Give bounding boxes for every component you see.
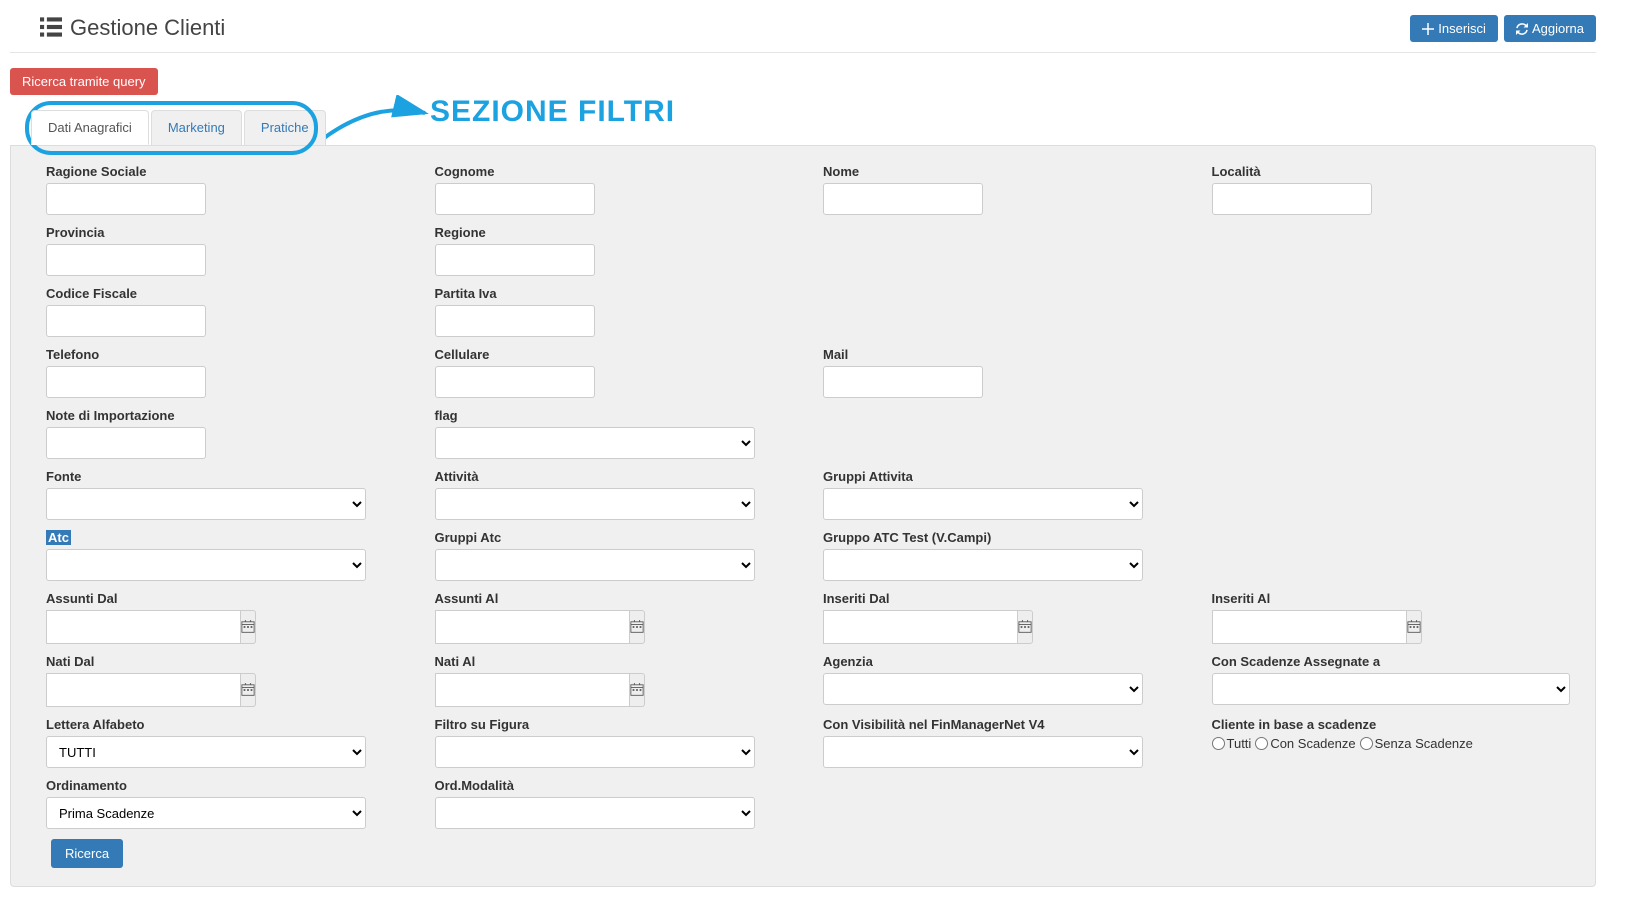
- label-provincia: Provincia: [46, 225, 405, 240]
- radio-con-scadenze[interactable]: [1255, 737, 1268, 750]
- list-icon: [40, 16, 62, 41]
- label-gruppo-atc-test: Gruppo ATC Test (V.Campi): [823, 530, 1182, 545]
- label-codice-fiscale: Codice Fiscale: [46, 286, 405, 301]
- label-inseriti-al: Inseriti Al: [1212, 591, 1571, 606]
- search-button[interactable]: Ricerca: [51, 839, 123, 868]
- select-con-visibilita[interactable]: [823, 736, 1143, 768]
- label-con-visibilita: Con Visibilità nel FinManagerNet V4: [823, 717, 1182, 732]
- label-cellulare: Cellulare: [435, 347, 794, 362]
- select-con-scadenze-assegnate[interactable]: [1212, 673, 1571, 705]
- refresh-button-label: Aggiorna: [1532, 21, 1584, 36]
- label-cliente-scadenze: Cliente in base a scadenze: [1212, 717, 1571, 732]
- label-cognome: Cognome: [435, 164, 794, 179]
- page-title: Gestione Clienti: [70, 15, 225, 41]
- radio-tutti[interactable]: [1212, 737, 1225, 750]
- filter-panel: Ragione Sociale Cognome Nome Località Pr…: [10, 145, 1596, 887]
- label-localita: Località: [1212, 164, 1571, 179]
- radio-senza-scadenze[interactable]: [1360, 737, 1373, 750]
- label-con-scadenze-assegnate: Con Scadenze Assegnate a: [1212, 654, 1571, 669]
- label-note-importazione: Note di Importazione: [46, 408, 405, 423]
- label-fonte: Fonte: [46, 469, 405, 484]
- select-fonte[interactable]: [46, 488, 366, 520]
- input-localita[interactable]: [1212, 183, 1372, 215]
- label-lettera-alfabeto: Lettera Alfabeto: [46, 717, 405, 732]
- label-nati-al: Nati Al: [435, 654, 794, 669]
- select-gruppi-atc[interactable]: [435, 549, 755, 581]
- radio-senza-wrap[interactable]: Senza Scadenze: [1360, 736, 1473, 751]
- input-partita-iva[interactable]: [435, 305, 595, 337]
- input-cellulare[interactable]: [435, 366, 595, 398]
- select-atc[interactable]: [46, 549, 366, 581]
- query-search-button[interactable]: Ricerca tramite query: [10, 68, 158, 95]
- label-agenzia: Agenzia: [823, 654, 1182, 669]
- select-ordinamento[interactable]: Prima Scadenze: [46, 797, 366, 829]
- radio-tutti-wrap[interactable]: Tutti: [1212, 736, 1252, 751]
- select-attivita[interactable]: [435, 488, 755, 520]
- label-regione: Regione: [435, 225, 794, 240]
- label-nome: Nome: [823, 164, 1182, 179]
- label-ordinamento: Ordinamento: [46, 778, 405, 793]
- label-flag: flag: [435, 408, 794, 423]
- tab-bar: Dati Anagrafici Marketing Pratiche: [30, 109, 329, 146]
- tab-dati-anagrafici[interactable]: Dati Anagrafici: [31, 110, 149, 145]
- plus-icon: [1422, 23, 1434, 35]
- tab-marketing[interactable]: Marketing: [151, 110, 242, 145]
- calendar-icon: [630, 683, 644, 697]
- input-inseriti-al[interactable]: [1213, 610, 1406, 644]
- datepicker-inseriti-al[interactable]: [1406, 610, 1422, 644]
- label-attivita: Attività: [435, 469, 794, 484]
- select-lettera-alfabeto[interactable]: TUTTI: [46, 736, 366, 768]
- label-partita-iva: Partita Iva: [435, 286, 794, 301]
- label-assunti-dal: Assunti Dal: [46, 591, 405, 606]
- label-gruppi-attivita: Gruppi Attivita: [823, 469, 1182, 484]
- select-agenzia[interactable]: [823, 673, 1143, 705]
- label-atc: Atc: [46, 530, 405, 545]
- input-codice-fiscale[interactable]: [46, 305, 206, 337]
- select-flag[interactable]: [435, 427, 755, 459]
- datepicker-nati-al[interactable]: [629, 673, 645, 707]
- calendar-icon: [630, 620, 644, 634]
- label-inseriti-dal: Inseriti Dal: [823, 591, 1182, 606]
- select-gruppi-attivita[interactable]: [823, 488, 1143, 520]
- page-title-wrap: Gestione Clienti: [40, 15, 225, 41]
- input-inseriti-dal[interactable]: [824, 610, 1017, 644]
- label-telefono: Telefono: [46, 347, 405, 362]
- calendar-icon: [1407, 620, 1421, 634]
- input-provincia[interactable]: [46, 244, 206, 276]
- tab-pratiche[interactable]: Pratiche: [244, 110, 326, 145]
- insert-button-label: Inserisci: [1438, 21, 1486, 36]
- input-nati-al[interactable]: [436, 673, 629, 707]
- refresh-button[interactable]: Aggiorna: [1504, 15, 1596, 42]
- datepicker-assunti-dal[interactable]: [240, 610, 256, 644]
- input-mail[interactable]: [823, 366, 983, 398]
- input-cognome[interactable]: [435, 183, 595, 215]
- input-telefono[interactable]: [46, 366, 206, 398]
- input-nati-dal[interactable]: [47, 673, 240, 707]
- label-filtro-su-figura: Filtro su Figura: [435, 717, 794, 732]
- select-ord-modalita[interactable]: [435, 797, 755, 829]
- calendar-icon: [241, 620, 255, 634]
- label-ragione-sociale: Ragione Sociale: [46, 164, 405, 179]
- radio-con-wrap[interactable]: Con Scadenze: [1255, 736, 1355, 751]
- datepicker-nati-dal[interactable]: [240, 673, 256, 707]
- input-regione[interactable]: [435, 244, 595, 276]
- input-assunti-dal[interactable]: [47, 610, 240, 644]
- select-gruppo-atc-test[interactable]: [823, 549, 1143, 581]
- calendar-icon: [241, 683, 255, 697]
- label-ord-modalita: Ord.Modalità: [435, 778, 794, 793]
- label-assunti-al: Assunti Al: [435, 591, 794, 606]
- label-gruppi-atc: Gruppi Atc: [435, 530, 794, 545]
- refresh-icon: [1516, 23, 1528, 35]
- insert-button[interactable]: Inserisci: [1410, 15, 1498, 42]
- label-nati-dal: Nati Dal: [46, 654, 405, 669]
- calendar-icon: [1018, 620, 1032, 634]
- input-ragione-sociale[interactable]: [46, 183, 206, 215]
- label-mail: Mail: [823, 347, 1182, 362]
- datepicker-inseriti-dal[interactable]: [1017, 610, 1033, 644]
- select-filtro-su-figura[interactable]: [435, 736, 755, 768]
- datepicker-assunti-al[interactable]: [629, 610, 645, 644]
- input-nome[interactable]: [823, 183, 983, 215]
- input-assunti-al[interactable]: [436, 610, 629, 644]
- input-note-importazione[interactable]: [46, 427, 206, 459]
